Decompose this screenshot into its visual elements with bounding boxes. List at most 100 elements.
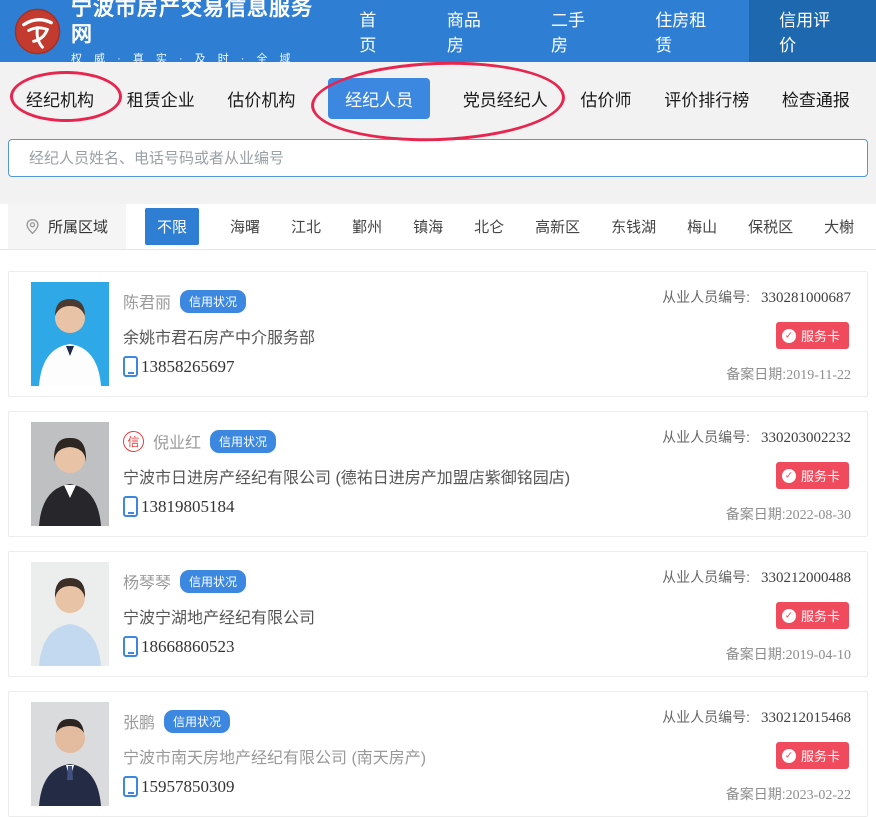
region-option-yinzhou[interactable]: 鄞州 — [352, 216, 382, 237]
agent-name: 陈君丽 — [123, 289, 171, 313]
region-option-beilun[interactable]: 北仑 — [474, 216, 504, 237]
region-option-meishan[interactable]: 梅山 — [687, 216, 717, 237]
record-date: 2023-02-22 — [786, 788, 851, 803]
record-date-label: 备案日期: — [726, 506, 786, 522]
agent-company: 余姚市君石房产中介服务部 — [123, 324, 595, 348]
agent-card: 张鹏 信用状况 宁波市南天房地产经纪有限公司 (南天房产) 1595785030… — [8, 691, 868, 817]
mobile-phone-icon — [123, 496, 138, 517]
credit-status-badge[interactable]: 信用状况 — [180, 570, 246, 593]
agent-phone: 13819805184 — [141, 497, 235, 517]
agent-name: 张鹏 — [123, 709, 155, 733]
nav-second-hand-housing[interactable]: 二手房 — [524, 0, 628, 62]
agent-phone: 13858265697 — [141, 357, 235, 377]
agent-name: 倪业红 — [153, 429, 201, 453]
region-option-zhenhai[interactable]: 镇海 — [413, 216, 443, 237]
agent-photo — [31, 422, 109, 526]
agent-card: 陈君丽 信用状况 余姚市君石房产中介服务部 13858265697 从业人员编号… — [8, 271, 868, 397]
top-header: 宁波市房产交易信息服务网 权 威 · 真 实 · 及 时 · 全 域 首页 商品… — [0, 0, 876, 62]
credit-section-band: 经纪机构 租赁企业 估价机构 经纪人员 党员经纪人 估价师 评价排行榜 检查通报 — [0, 62, 876, 204]
subnav-item-rating-ranking[interactable]: 评价排行榜 — [664, 86, 749, 111]
nav-housing-rental[interactable]: 住房租赁 — [628, 0, 749, 62]
region-filter-label: 所属区域 — [8, 204, 126, 249]
license-number: 330203002232 — [761, 430, 851, 446]
agent-company: 宁波市南天房地产经纪有限公司 (南天房产) — [123, 744, 595, 768]
agent-meta: 从业人员编号: 330212015468 服务卡 备案日期:2023-02-22 — [595, 702, 851, 806]
record-date: 2022-08-30 — [786, 508, 851, 523]
subnav-item-valuers[interactable]: 估价师 — [581, 86, 632, 111]
service-card-button[interactable]: 服务卡 — [776, 462, 849, 489]
record-date-label: 备案日期: — [726, 786, 786, 802]
agent-meta: 从业人员编号: 330203002232 服务卡 备案日期:2022-08-30 — [595, 422, 851, 526]
region-option-gaoxinqu[interactable]: 高新区 — [535, 216, 580, 237]
mobile-phone-icon — [123, 776, 138, 797]
subnav-item-rental-companies[interactable]: 租赁企业 — [127, 86, 195, 111]
check-icon — [782, 609, 796, 623]
main-nav: 首页 商品房 二手房 住房租赁 信用评价 — [332, 0, 876, 62]
site-title: 宁波市房产交易信息服务网 — [71, 0, 332, 48]
site-tagline: 权 威 · 真 实 · 及 时 · 全 域 — [71, 50, 332, 66]
agent-name: 杨琴琴 — [123, 569, 171, 593]
agent-meta: 从业人员编号: 330212000488 服务卡 备案日期:2019-04-10 — [595, 562, 851, 666]
license-number: 330212000488 — [761, 570, 851, 586]
region-options: 不限 海曙 江北 鄞州 镇海 北仑 高新区 东钱湖 梅山 保税区 大榭 奉化 余… — [126, 204, 876, 249]
region-option-dongqianhu[interactable]: 东钱湖 — [611, 216, 656, 237]
agent-photo — [31, 702, 109, 806]
site-brand: 宁波市房产交易信息服务网 权 威 · 真 实 · 及 时 · 全 域 — [14, 0, 332, 66]
nav-home[interactable]: 首页 — [332, 0, 419, 62]
record-date-label: 备案日期: — [726, 646, 786, 662]
license-number-label: 从业人员编号: — [662, 429, 750, 445]
region-option-unlimited[interactable]: 不限 — [145, 208, 199, 245]
credit-status-badge[interactable]: 信用状况 — [164, 710, 230, 733]
region-option-jiangbei[interactable]: 江北 — [291, 216, 321, 237]
service-card-button[interactable]: 服务卡 — [776, 742, 849, 769]
license-number-label: 从业人员编号: — [662, 289, 750, 305]
agent-phone: 18668860523 — [141, 637, 235, 657]
region-option-daxie[interactable]: 大榭 — [824, 216, 854, 237]
record-date-label: 备案日期: — [726, 366, 786, 382]
credit-status-badge[interactable]: 信用状况 — [180, 290, 246, 313]
license-number-label: 从业人员编号: — [662, 569, 750, 585]
site-logo-seal-icon — [14, 8, 61, 55]
license-number: 330212015468 — [761, 710, 851, 726]
credit-subnav: 经纪机构 租赁企业 估价机构 经纪人员 党员经纪人 估价师 评价排行榜 检查通报 — [0, 62, 876, 135]
region-option-haishu[interactable]: 海曙 — [230, 216, 260, 237]
credit-status-badge[interactable]: 信用状况 — [210, 430, 276, 453]
check-icon — [782, 469, 796, 483]
location-pin-icon — [24, 218, 41, 235]
service-card-button[interactable]: 服务卡 — [776, 322, 849, 349]
agent-photo — [31, 562, 109, 666]
license-number-label: 从业人员编号: — [662, 709, 750, 725]
agent-info: 杨琴琴 信用状况 宁波宁湖地产经纪有限公司 18668860523 — [123, 562, 595, 666]
subnav-item-agents[interactable]: 经纪人员 — [328, 78, 430, 119]
agent-info: 信 倪业红 信用状况 宁波市日进房产经纪有限公司 (德祐日进房产加盟店紫御铭园店… — [123, 422, 595, 526]
check-icon — [782, 329, 796, 343]
agent-company: 宁波宁湖地产经纪有限公司 — [123, 604, 595, 628]
agent-phone: 15957850309 — [141, 777, 235, 797]
agent-info: 陈君丽 信用状况 余姚市君石房产中介服务部 13858265697 — [123, 282, 595, 386]
license-number: 330281000687 — [761, 290, 851, 306]
agent-search-input[interactable] — [8, 139, 868, 177]
mobile-phone-icon — [123, 356, 138, 377]
subnav-item-party-member-agents[interactable]: 党员经纪人 — [463, 86, 548, 111]
search-bar — [0, 135, 876, 177]
agent-company: 宁波市日进房产经纪有限公司 (德祐日进房产加盟店紫御铭园店) — [123, 464, 595, 488]
check-icon — [782, 749, 796, 763]
agent-list: 陈君丽 信用状况 余姚市君石房产中介服务部 13858265697 从业人员编号… — [0, 250, 876, 817]
subnav-item-valuation-agencies[interactable]: 估价机构 — [227, 86, 295, 111]
subnav-item-inspection-reports[interactable]: 检查通报 — [782, 86, 850, 111]
record-date: 2019-04-10 — [786, 648, 851, 663]
mobile-phone-icon — [123, 636, 138, 657]
nav-credit-rating[interactable]: 信用评价 — [749, 0, 876, 62]
agent-photo — [31, 282, 109, 386]
region-filter-row: 所属区域 不限 海曙 江北 鄞州 镇海 北仑 高新区 东钱湖 梅山 保税区 大榭… — [0, 204, 876, 250]
subnav-item-agencies[interactable]: 经纪机构 — [26, 86, 94, 111]
service-card-button[interactable]: 服务卡 — [776, 602, 849, 629]
nav-commercial-housing[interactable]: 商品房 — [420, 0, 524, 62]
agent-card: 杨琴琴 信用状况 宁波宁湖地产经纪有限公司 18668860523 从业人员编号… — [8, 551, 868, 677]
xin-credit-icon: 信 — [123, 431, 144, 452]
record-date: 2019-11-22 — [786, 368, 851, 383]
agent-card: 信 倪业红 信用状况 宁波市日进房产经纪有限公司 (德祐日进房产加盟店紫御铭园店… — [8, 411, 868, 537]
region-option-baoshuiqu[interactable]: 保税区 — [748, 216, 793, 237]
agent-meta: 从业人员编号: 330281000687 服务卡 备案日期:2019-11-22 — [595, 282, 851, 386]
agent-info: 张鹏 信用状况 宁波市南天房地产经纪有限公司 (南天房产) 1595785030… — [123, 702, 595, 806]
